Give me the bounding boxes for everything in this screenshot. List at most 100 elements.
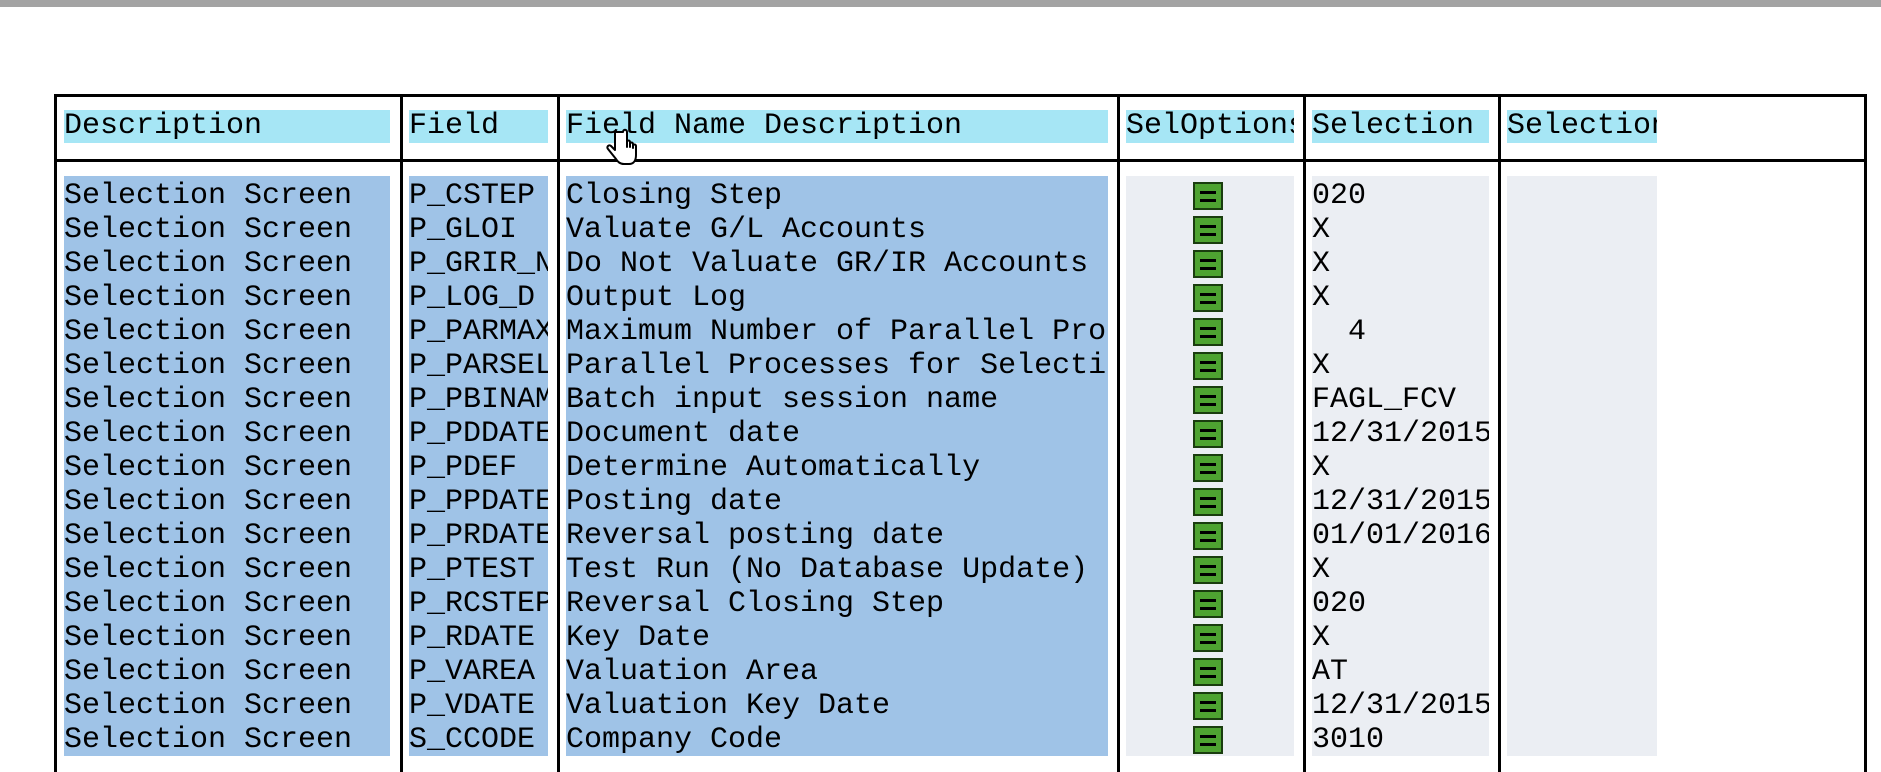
cell-field_name_description[interactable]: Closing Step [566, 179, 1108, 213]
cell-selection[interactable]: X [1312, 621, 1489, 655]
cell-selection[interactable]: X [1312, 451, 1489, 485]
cell-selection[interactable]: X [1312, 349, 1489, 383]
cell-field[interactable]: P_PARSEL [409, 349, 548, 383]
select-options-icon[interactable] [1193, 488, 1223, 516]
cell-description[interactable]: Selection Screen [64, 383, 390, 417]
cell-field_name_description[interactable]: Determine Automatically [566, 451, 1108, 485]
cell-field_name_description[interactable]: Posting date [566, 485, 1108, 519]
cell-field_name_description[interactable]: Do Not Valuate GR/IR Accounts [566, 247, 1108, 281]
cell-selection2[interactable] [1507, 417, 1657, 451]
cell-selection2[interactable] [1507, 451, 1657, 485]
cell-field_name_description[interactable]: Valuation Key Date [566, 689, 1108, 723]
cell-selection[interactable]: FAGL_FCV [1312, 383, 1489, 417]
cell-selection[interactable]: 12/31/2015 [1312, 689, 1489, 723]
select-options-icon[interactable] [1193, 386, 1223, 414]
cell-selection2[interactable] [1507, 485, 1657, 519]
cell-field[interactable]: P_PTEST [409, 553, 548, 587]
select-options-icon[interactable] [1193, 352, 1223, 380]
cell-selection2[interactable] [1507, 723, 1657, 757]
cell-field_name_description[interactable]: Key Date [566, 621, 1108, 655]
cell-selection[interactable]: 020 [1312, 179, 1489, 213]
cell-selection[interactable]: 4 [1312, 315, 1489, 349]
cell-selection[interactable]: 01/01/2016 [1312, 519, 1489, 553]
cell-selection[interactable]: X [1312, 213, 1489, 247]
cell-field[interactable]: P_LOG_D [409, 281, 548, 315]
cell-field[interactable]: P_CSTEP [409, 179, 548, 213]
cell-field[interactable]: P_RCSTEP [409, 587, 548, 621]
cell-field[interactable]: P_PARMAX [409, 315, 548, 349]
cell-selection2[interactable] [1507, 383, 1657, 417]
column-header-seloptions[interactable]: SelOptions [1126, 110, 1294, 143]
cell-field[interactable]: P_PPDATE [409, 485, 548, 519]
cell-selection[interactable]: X [1312, 281, 1489, 315]
cell-description[interactable]: Selection Screen [64, 281, 390, 315]
cell-selection[interactable]: 12/31/2015 [1312, 417, 1489, 451]
cell-selection2[interactable] [1507, 655, 1657, 689]
cell-field[interactable]: P_RDATE [409, 621, 548, 655]
select-options-icon[interactable] [1193, 318, 1223, 346]
cell-description[interactable]: Selection Screen [64, 689, 390, 723]
cell-field[interactable]: P_PRDATE [409, 519, 548, 553]
cell-field_name_description[interactable]: Reversal Closing Step [566, 587, 1108, 621]
cell-description[interactable]: Selection Screen [64, 213, 390, 247]
select-options-icon[interactable] [1193, 250, 1223, 278]
select-options-icon[interactable] [1193, 556, 1223, 584]
column-header-selection[interactable]: Selection [1312, 110, 1489, 143]
cell-field_name_description[interactable]: Valuation Area [566, 655, 1108, 689]
select-options-icon[interactable] [1193, 590, 1223, 618]
cell-selection[interactable]: 020 [1312, 587, 1489, 621]
cell-description[interactable]: Selection Screen [64, 485, 390, 519]
cell-field[interactable]: S_CCODE [409, 723, 548, 757]
cell-selection[interactable]: X [1312, 247, 1489, 281]
cell-selection2[interactable] [1507, 553, 1657, 587]
cell-description[interactable]: Selection Screen [64, 349, 390, 383]
column-header-description[interactable]: Description [64, 110, 390, 143]
cell-field_name_description[interactable]: Test Run (No Database Update) [566, 553, 1108, 587]
cell-selection[interactable]: 3010 [1312, 723, 1489, 757]
cell-field_name_description[interactable]: Reversal posting date [566, 519, 1108, 553]
cell-description[interactable]: Selection Screen [64, 553, 390, 587]
cell-selection2[interactable] [1507, 315, 1657, 349]
cell-description[interactable]: Selection Screen [64, 315, 390, 349]
cell-selection2[interactable] [1507, 689, 1657, 723]
cell-field_name_description[interactable]: Document date [566, 417, 1108, 451]
cell-selection[interactable]: X [1312, 553, 1489, 587]
cell-field[interactable]: P_GRIR_N [409, 247, 548, 281]
cell-description[interactable]: Selection Screen [64, 417, 390, 451]
cell-field[interactable]: P_GLOI [409, 213, 548, 247]
select-options-icon[interactable] [1193, 624, 1223, 652]
cell-field[interactable]: P_VAREA [409, 655, 548, 689]
select-options-icon[interactable] [1193, 726, 1223, 754]
cell-field_name_description[interactable]: Maximum Number of Parallel Pro [566, 315, 1108, 349]
cell-description[interactable]: Selection Screen [64, 451, 390, 485]
cell-selection2[interactable] [1507, 587, 1657, 621]
cell-selection2[interactable] [1507, 519, 1657, 553]
cell-field[interactable]: P_VDATE [409, 689, 548, 723]
column-header-field[interactable]: Field [409, 110, 548, 143]
cell-field[interactable]: P_PDEF [409, 451, 548, 485]
cell-description[interactable]: Selection Screen [64, 621, 390, 655]
cell-description[interactable]: Selection Screen [64, 179, 390, 213]
cell-description[interactable]: Selection Screen [64, 247, 390, 281]
select-options-icon[interactable] [1193, 216, 1223, 244]
cell-selection2[interactable] [1507, 349, 1657, 383]
cell-description[interactable]: Selection Screen [64, 655, 390, 689]
cell-selection2[interactable] [1507, 247, 1657, 281]
cell-description[interactable]: Selection Screen [64, 587, 390, 621]
column-header-field_name_description[interactable]: Field Name Description [566, 110, 1108, 143]
cell-field_name_description[interactable]: Valuate G/L Accounts [566, 213, 1108, 247]
cell-field_name_description[interactable]: Parallel Processes for Selecti [566, 349, 1108, 383]
select-options-icon[interactable] [1193, 182, 1223, 210]
cell-selection[interactable]: 12/31/2015 [1312, 485, 1489, 519]
select-options-icon[interactable] [1193, 284, 1223, 312]
cell-field_name_description[interactable]: Batch input session name [566, 383, 1108, 417]
select-options-icon[interactable] [1193, 420, 1223, 448]
cell-selection2[interactable] [1507, 213, 1657, 247]
select-options-icon[interactable] [1193, 522, 1223, 550]
cell-selection[interactable]: AT [1312, 655, 1489, 689]
column-header-selection2[interactable]: Selection [1507, 110, 1657, 143]
select-options-icon[interactable] [1193, 658, 1223, 686]
select-options-icon[interactable] [1193, 454, 1223, 482]
cell-field[interactable]: P_PBINAM [409, 383, 548, 417]
cell-description[interactable]: Selection Screen [64, 519, 390, 553]
